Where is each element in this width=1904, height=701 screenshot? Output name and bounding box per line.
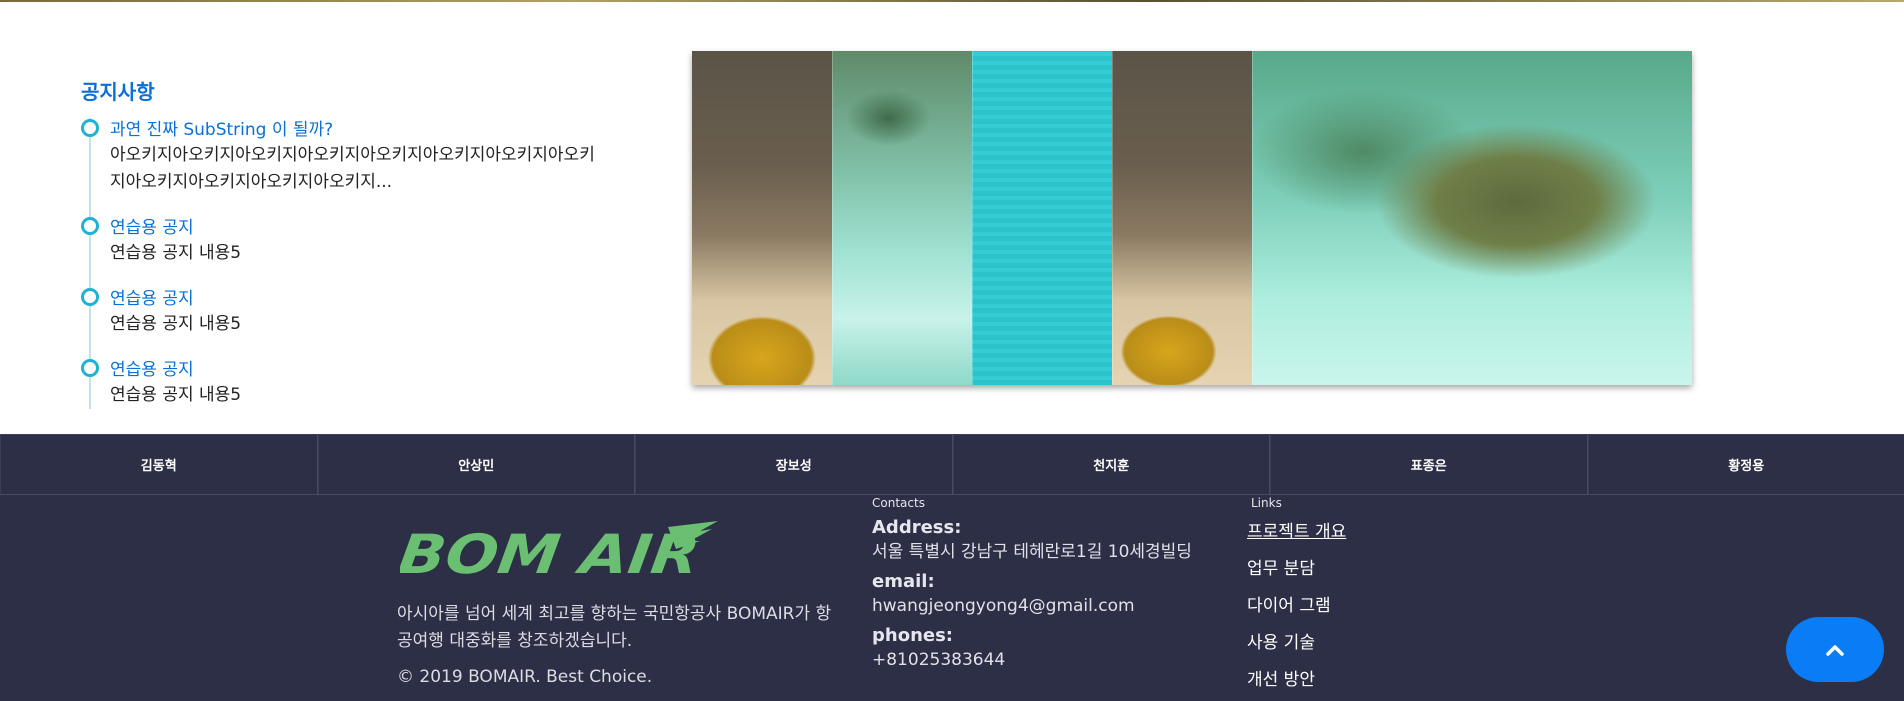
- notice-item-title[interactable]: 연습용 공지: [110, 216, 601, 240]
- member-tab[interactable]: 황정용: [1587, 435, 1904, 494]
- phone-value[interactable]: +81025383644: [872, 647, 1232, 673]
- scroll-to-top-button[interactable]: [1786, 617, 1884, 682]
- company-about: 아시아를 넘어 세계 최고를 향하는 국민항공사 BOMAIR가 항공여행 대중…: [397, 604, 832, 651]
- contacts-label: Contacts: [872, 496, 925, 510]
- notice-item-body: 연습용 공지 내용5: [110, 243, 242, 263]
- chevron-up-icon: [1826, 644, 1844, 656]
- address-label: Address:: [872, 517, 962, 538]
- notice-item[interactable]: 연습용 공지 연습용 공지 내용5: [81, 287, 601, 338]
- team-member-bar: 김동혁 안상민 장보성 천지훈 표종은 황정용: [0, 434, 1904, 495]
- top-banner-strip: [0, 0, 1904, 2]
- link-task-division[interactable]: 업무 분담: [1247, 558, 1547, 580]
- photo-panel[interactable]: [972, 51, 1112, 385]
- member-tab[interactable]: 안상민: [317, 435, 635, 494]
- link-improvements[interactable]: 개선 방안: [1247, 669, 1547, 691]
- notice-item-title[interactable]: 연습용 공지: [110, 287, 601, 311]
- notice-list: 과연 진짜 SubString 이 될까? 아오키지아오키지아오키지아오키지아오…: [81, 118, 601, 409]
- notice-item-body: 연습용 공지 내용5: [110, 385, 242, 405]
- notice-item-body: 연습용 공지 내용5: [110, 314, 242, 334]
- phones-label: phones:: [872, 625, 953, 646]
- timeline-dot-icon: [81, 217, 99, 235]
- photo-panel-expanded[interactable]: [1252, 51, 1692, 385]
- link-tech-stack[interactable]: 사용 기술: [1247, 632, 1547, 654]
- logo-text: BOM AIR: [400, 523, 703, 581]
- copyright: © 2019 BOMAIR. Best Choice.: [397, 667, 653, 687]
- email-value[interactable]: hwangjeongyong4@gmail.com: [872, 593, 1232, 619]
- timeline-dot-icon: [81, 119, 99, 137]
- notice-title: 공지사항: [81, 80, 155, 104]
- links-column: Links 프로젝트 개요 업무 분담 다이어 그램 사용 기술 개선 방안: [1247, 495, 1547, 691]
- member-tab[interactable]: 김동혁: [0, 435, 318, 494]
- notice-item-title[interactable]: 과연 진짜 SubString 이 될까?: [110, 118, 601, 142]
- timeline-dot-icon: [81, 288, 99, 306]
- link-project-overview[interactable]: 프로젝트 개요: [1247, 521, 1547, 543]
- member-tab[interactable]: 장보성: [635, 435, 953, 494]
- email-label: email:: [872, 571, 935, 592]
- links-label: Links: [1251, 496, 1282, 510]
- address-value: 서울 특별시 강남구 테헤란로1길 10세경빌딩: [872, 542, 1192, 562]
- notice-item[interactable]: 연습용 공지 연습용 공지 내용5: [81, 358, 601, 409]
- notice-item-body: 아오키지아오키지아오키지아오키지아오키지아오키지아오키지아오키지아오키지아오키지…: [110, 145, 595, 192]
- photo-panel[interactable]: [1112, 51, 1252, 385]
- footer: BOM AIR 아시아를 넘어 세계 최고를 향하는 국민항공사 BOMAIR가…: [0, 495, 1904, 701]
- notice-item[interactable]: 과연 진짜 SubString 이 될까? 아오키지아오키지아오키지아오키지아오…: [81, 118, 601, 196]
- bom-air-logo: BOM AIR: [400, 521, 718, 581]
- timeline-dot-icon: [81, 359, 99, 377]
- link-diagram[interactable]: 다이어 그램: [1247, 595, 1547, 617]
- photo-panel[interactable]: [692, 51, 832, 385]
- photo-accordion: [692, 51, 1692, 385]
- notice-section: 공지사항 과연 진짜 SubString 이 될까? 아오키지아오키지아오키지아…: [81, 78, 601, 409]
- notice-item-title[interactable]: 연습용 공지: [110, 358, 601, 382]
- photo-panel[interactable]: [832, 51, 972, 385]
- member-tab[interactable]: 표종은: [1270, 435, 1588, 494]
- notice-item[interactable]: 연습용 공지 연습용 공지 내용5: [81, 216, 601, 267]
- member-tab[interactable]: 천지훈: [952, 435, 1270, 494]
- contacts-column: Contacts Address: 서울 특별시 강남구 테헤란로1길 10세경…: [872, 495, 1232, 673]
